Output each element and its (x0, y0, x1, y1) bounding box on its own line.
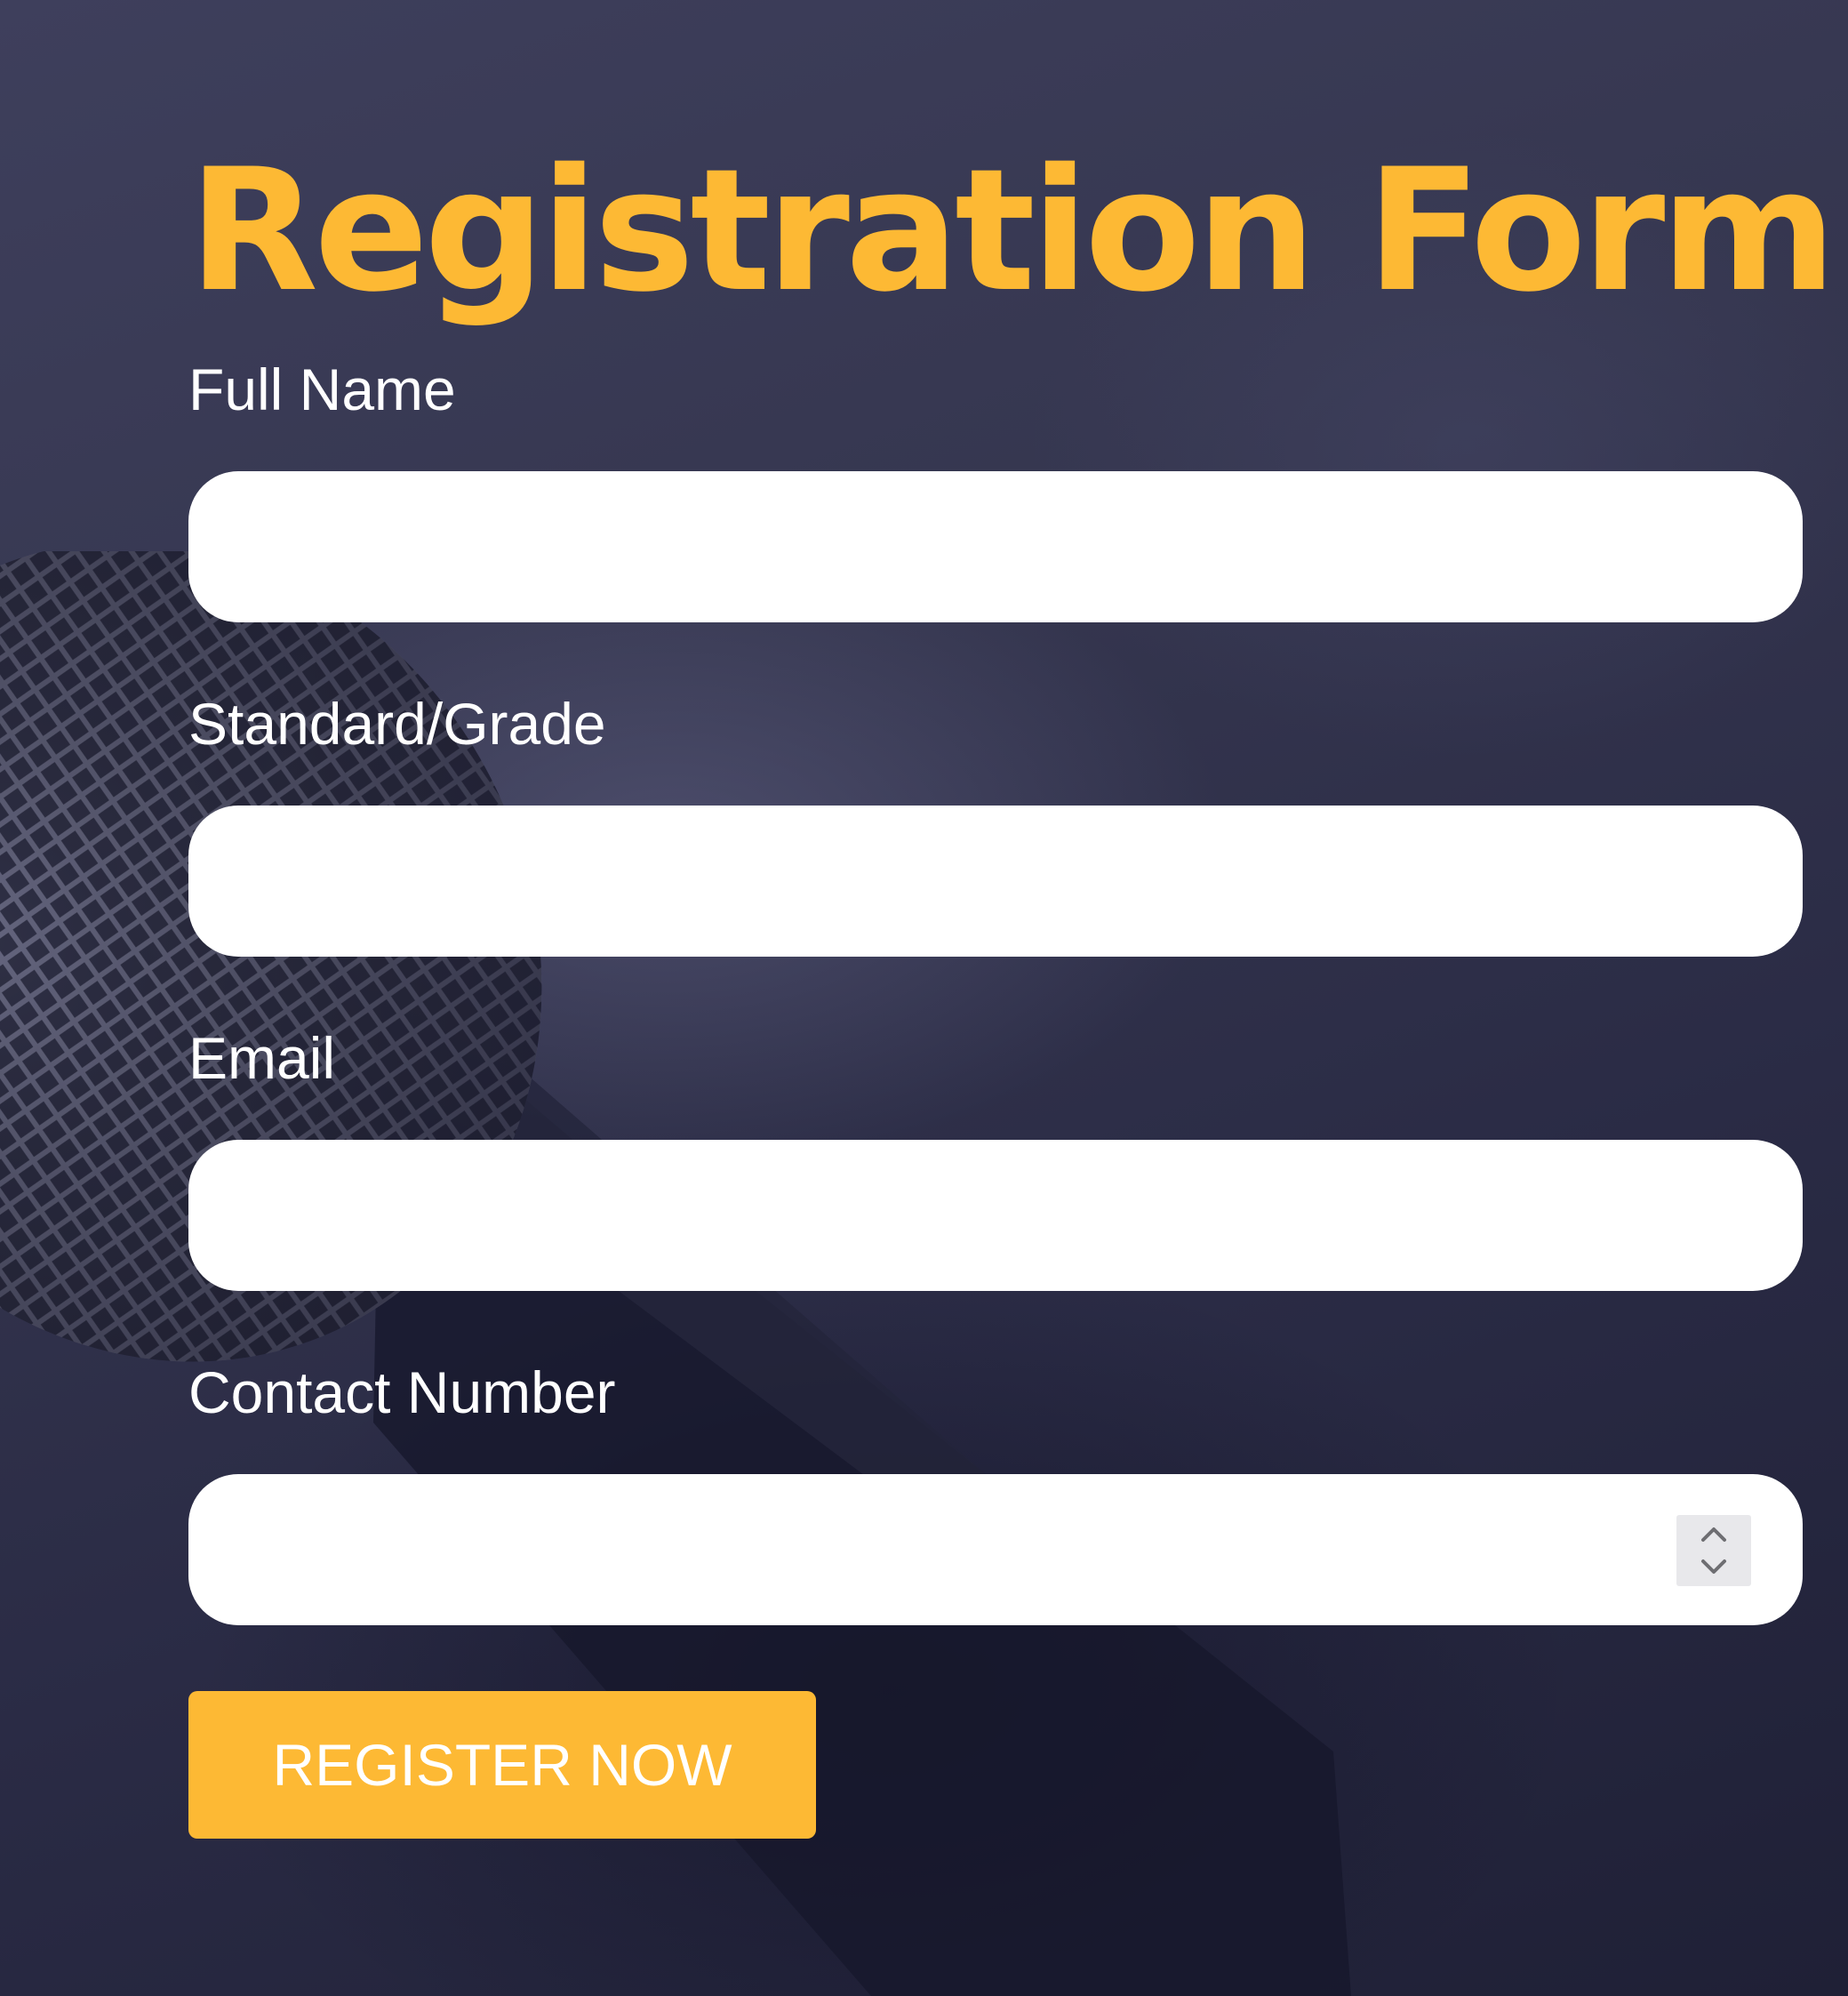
contact-number-label: Contact Number (188, 1359, 616, 1425)
email-label: Email (188, 1025, 336, 1091)
chevron-up-icon[interactable] (1676, 1515, 1751, 1551)
email-input[interactable] (188, 1140, 1803, 1291)
number-spinner[interactable] (1676, 1515, 1751, 1586)
registration-form: Registration Form Full Name Standard/Gra… (188, 132, 1836, 1839)
contact-number-input[interactable] (188, 1474, 1803, 1625)
full-name-label: Full Name (188, 357, 456, 422)
standard-grade-input[interactable] (188, 806, 1803, 957)
chevron-down-icon[interactable] (1676, 1551, 1751, 1586)
full-name-input[interactable] (188, 471, 1803, 622)
register-now-button[interactable]: REGISTER NOW (188, 1691, 816, 1839)
form-title: Registration Form (188, 132, 1836, 329)
standard-grade-label: Standard/Grade (188, 691, 606, 757)
